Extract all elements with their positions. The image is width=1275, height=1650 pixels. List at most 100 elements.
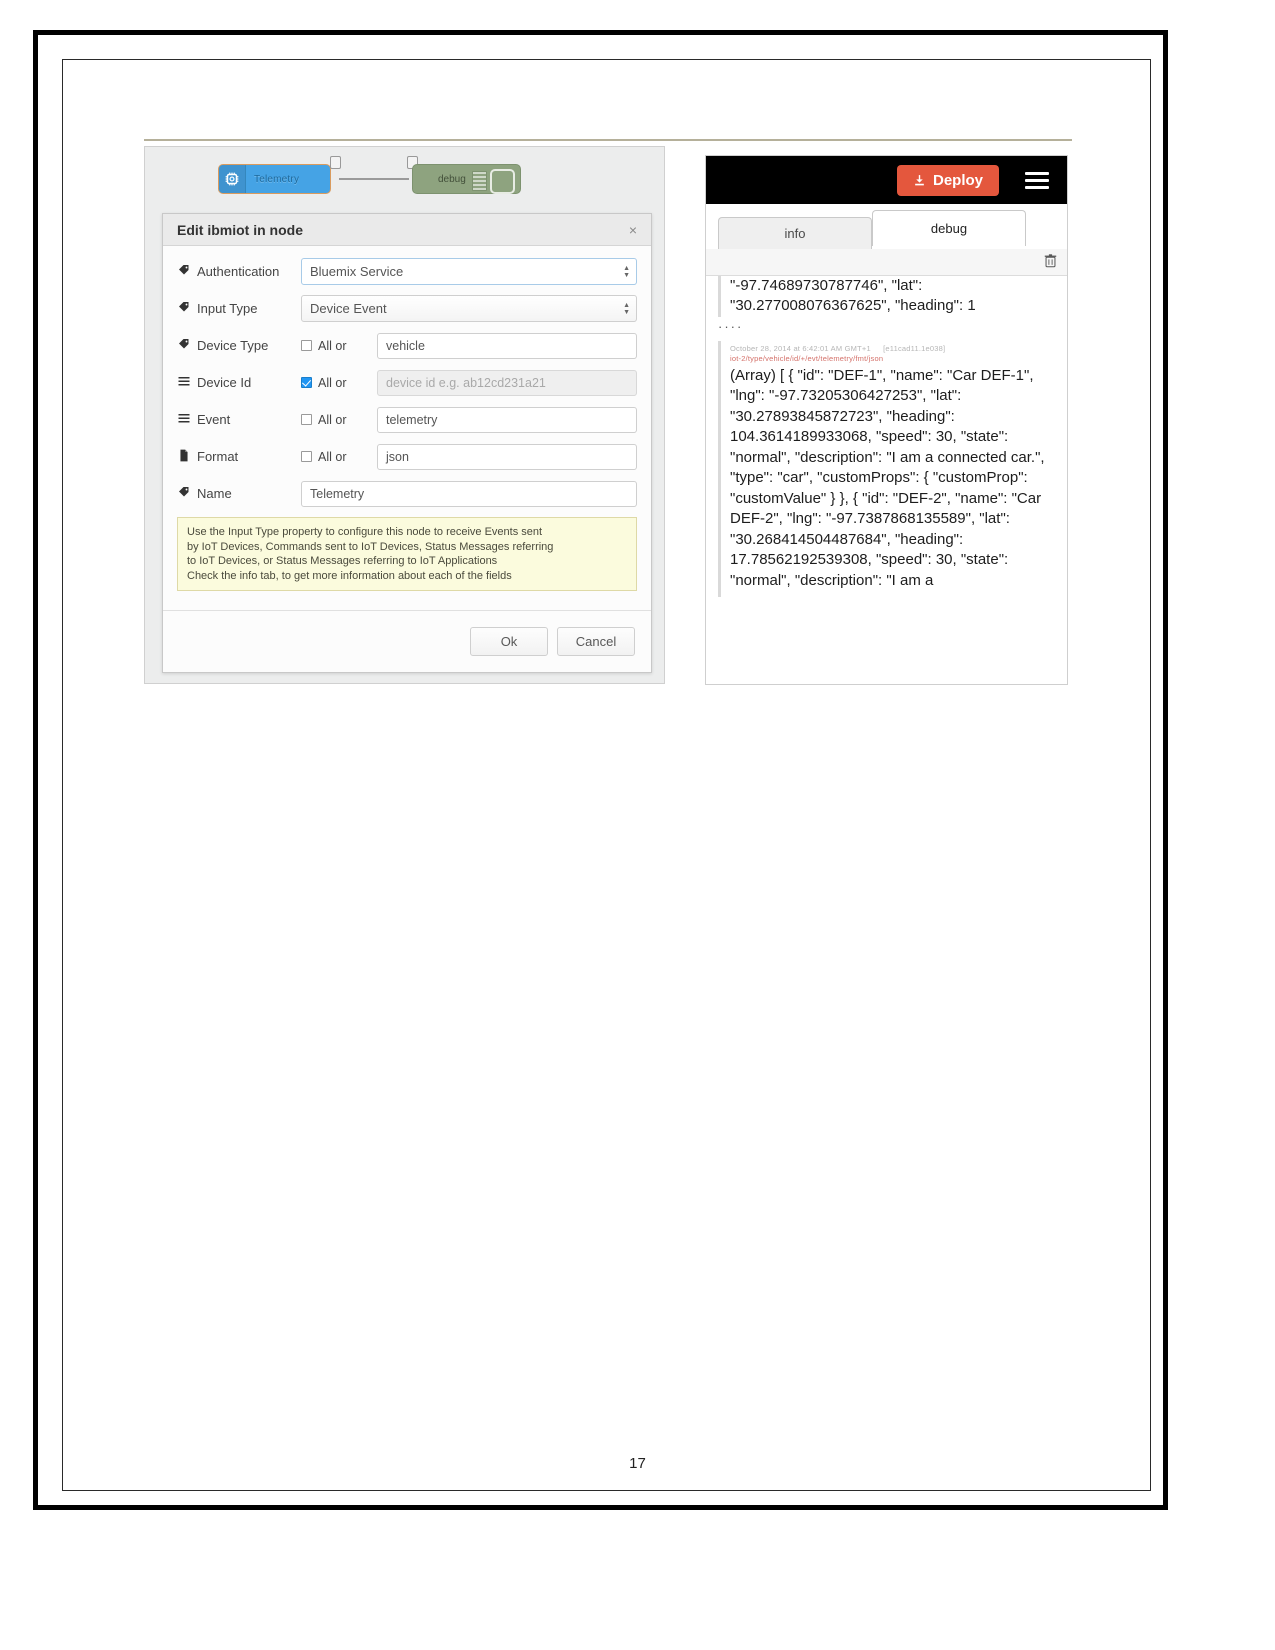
field-label-name: Name — [177, 486, 301, 501]
trash-icon[interactable] — [1044, 253, 1057, 271]
debug-message-separator: ···· — [718, 318, 744, 334]
input-type-select-value: Device Event — [310, 301, 387, 316]
deploy-button[interactable]: Deploy — [896, 164, 999, 196]
field-label-authentication-text: Authentication — [197, 264, 280, 279]
tip-line-2: by IoT Devices, Commands sent to IoT Dev… — [187, 540, 554, 553]
field-row-format: Format All or json — [177, 443, 637, 470]
debug-message-timestamp: October 28, 2014 at 6:42:01 AM GMT+1 — [730, 343, 871, 353]
input-type-select[interactable]: Device Event ▲ ▼ — [301, 295, 637, 322]
event-input[interactable]: telemetry — [377, 406, 637, 433]
flow-canvas[interactable]: Telemetry debug — [145, 147, 664, 211]
field-label-event-text: Event — [197, 412, 231, 427]
page-number: 17 — [629, 1455, 646, 1472]
cancel-button[interactable]: Cancel — [557, 627, 635, 656]
debug-grill-icon — [472, 171, 487, 191]
format-all-checkbox[interactable] — [301, 451, 312, 462]
list-icon — [177, 376, 190, 390]
field-row-input-type: Input Type Device Event ▲ ▼ — [177, 295, 637, 322]
debug-message-clipped[interactable]: name": "Car ABC-1", "lng": "-97.74689730… — [718, 276, 1061, 317]
horizontal-rule — [144, 139, 1072, 141]
edit-node-dialog: Edit ibmiot in node × Authentication Blu… — [162, 213, 652, 673]
debug-message-list[interactable]: name": "Car ABC-1", "lng": "-97.74689730… — [706, 276, 1067, 606]
debug-message-topic: iot-2/type/vehicle/id/+/evt/telemetry/fm… — [730, 353, 884, 363]
dialog-body: Authentication Bluemix Service ▲ ▼ Input… — [163, 246, 651, 591]
tag-icon — [177, 338, 190, 353]
chevron-updown-icon: ▲ ▼ — [623, 301, 630, 316]
field-label-device-type-text: Device Type — [197, 338, 269, 353]
tab-debug[interactable]: debug — [872, 210, 1026, 246]
trash-icon-svg — [1044, 253, 1057, 267]
ok-button[interactable]: Ok — [470, 627, 548, 656]
device-type-all-wrapper: All or — [301, 339, 377, 353]
debug-message-clipped-body: name": "Car ABC-1", "lng": "-97.74689730… — [730, 276, 976, 315]
format-all-label: All or — [318, 449, 347, 464]
field-row-authentication: Authentication Bluemix Service ▲ ▼ — [177, 258, 637, 285]
file-icon — [177, 449, 190, 465]
flow-node-telemetry[interactable]: Telemetry — [218, 164, 331, 194]
field-label-name-text: Name — [197, 486, 232, 501]
field-row-device-type: Device Type All or vehicle — [177, 332, 637, 359]
tag-icon-svg — [178, 302, 188, 312]
tip-line-4: Check the info tab, to get more informat… — [187, 569, 512, 582]
event-all-checkbox[interactable] — [301, 414, 312, 425]
deploy-icon-svg — [915, 174, 924, 185]
close-icon[interactable]: × — [625, 221, 641, 239]
tab-info[interactable]: info — [718, 217, 872, 249]
debug-toggle-button[interactable] — [490, 169, 515, 194]
tip-line-3: to IoT Devices, or Status Messages refer… — [187, 555, 498, 567]
file-icon-svg — [179, 449, 188, 461]
tag-icon — [177, 264, 190, 279]
flow-node-debug-label: debug — [438, 173, 466, 185]
sidebar-tabstrip: info debug — [718, 210, 1057, 249]
event-all-label: All or — [318, 412, 347, 427]
field-row-name: Name Telemetry — [177, 480, 637, 507]
debug-message-meta: October 28, 2014 at 6:42:01 AM GMT+1 [e1… — [730, 344, 1061, 353]
tag-icon — [177, 486, 190, 501]
app-header: Deploy — [706, 156, 1067, 204]
device-id-input[interactable]: device id e.g. ab12cd231a21 — [377, 369, 637, 396]
tag-icon-svg — [178, 339, 188, 349]
dialog-titlebar: Edit ibmiot in node × — [163, 214, 651, 246]
list-icon — [177, 413, 190, 427]
field-row-device-id: Device Id All or device id e.g. ab12cd23… — [177, 369, 637, 396]
device-id-all-label: All or — [318, 375, 347, 390]
flow-wire — [339, 178, 409, 180]
authentication-select-value: Bluemix Service — [310, 264, 404, 279]
list-icon-svg — [178, 376, 189, 385]
debug-toolbar — [706, 249, 1067, 276]
hamburger-icon[interactable] — [1021, 168, 1053, 193]
chip-icon — [219, 165, 246, 193]
debug-message-id: [e11cad11.1e038] — [883, 343, 946, 353]
tip-line-1: Use the Input Type property to configure… — [187, 526, 543, 538]
device-type-all-checkbox[interactable] — [301, 340, 312, 351]
tag-icon-svg — [178, 487, 188, 497]
field-row-event: Event All or telemetry — [177, 406, 637, 433]
dialog-footer: Ok Cancel — [163, 610, 651, 672]
device-id-all-checkbox[interactable] — [301, 377, 312, 388]
chevron-updown-icon: ▲ ▼ — [623, 264, 630, 279]
sidebar-tabs-area: info debug — [706, 204, 1067, 249]
device-type-input[interactable]: vehicle — [377, 332, 637, 359]
field-label-input-type-text: Input Type — [197, 301, 258, 316]
device-id-all-wrapper: All or — [301, 376, 377, 390]
list-icon-svg — [178, 413, 189, 422]
format-input[interactable]: json — [377, 443, 637, 470]
field-label-input-type: Input Type — [177, 301, 301, 316]
deploy-icon — [913, 174, 926, 187]
field-label-format-text: Format — [197, 449, 239, 464]
authentication-select[interactable]: Bluemix Service ▲ ▼ — [301, 258, 637, 285]
debug-message[interactable]: October 28, 2014 at 6:42:01 AM GMT+1 [e1… — [718, 340, 1061, 597]
debug-sidebar-panel: Deploy info debug name": "Car ABC-1", "l… — [705, 155, 1068, 685]
format-all-wrapper: All or — [301, 450, 377, 464]
tag-icon-svg — [178, 265, 188, 275]
field-label-authentication: Authentication — [177, 264, 301, 279]
field-label-device-id: Device Id — [177, 375, 301, 390]
chip-icon-svg — [225, 172, 239, 186]
node-red-editor-panel: Telemetry debug Edit ibmiot in node × Au… — [144, 146, 665, 684]
name-input[interactable]: Telemetry — [301, 480, 637, 507]
info-tip-box: Use the Input Type property to configure… — [177, 517, 637, 591]
field-label-format: Format — [177, 449, 301, 465]
node-output-port[interactable] — [330, 156, 341, 169]
tag-icon — [177, 301, 190, 316]
flow-node-debug[interactable]: debug — [412, 164, 521, 194]
